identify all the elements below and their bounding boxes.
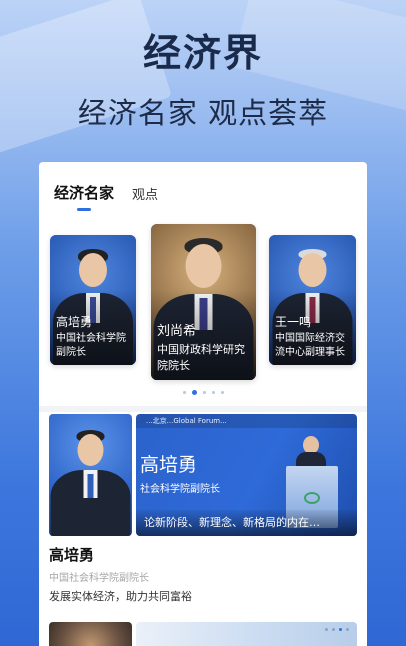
economist-title: 中国财政科学研究院院长	[157, 343, 245, 372]
section-divider	[39, 406, 367, 412]
economist-title: 中国国际经济交流中心副理事长	[275, 333, 345, 358]
app-screen: 经济名家 观点 高培勇 中国社会科学院副院长 刘尚希 中国财政科学研究院院长 王…	[39, 162, 367, 646]
carousel-pagination	[39, 390, 367, 395]
tab-opinions[interactable]: 观点	[132, 184, 158, 211]
hero-title: 经济界	[142, 30, 263, 75]
pagination-dot[interactable]	[220, 391, 224, 394]
pagination-dot[interactable]	[211, 391, 215, 394]
next-item-portrait[interactable]	[49, 622, 132, 646]
featured-portrait[interactable]	[49, 414, 132, 536]
banner-pagination	[325, 628, 349, 631]
featured-name[interactable]: 高培勇	[49, 544, 94, 565]
tab-economists[interactable]: 经济名家	[54, 182, 114, 211]
economist-card[interactable]: 高培勇 中国社会科学院副院长	[50, 235, 136, 365]
economist-card-active[interactable]: 刘尚希 中国财政科学研究院院长	[151, 224, 256, 380]
portrait-image	[49, 428, 132, 536]
next-item-banner[interactable]	[136, 622, 357, 646]
featured-headline[interactable]: 发展实体经济，助力共同富裕	[49, 588, 192, 604]
pagination-dot[interactable]	[182, 391, 186, 394]
banner-caption: 论新阶段、新理念、新格局的内在…	[136, 510, 357, 536]
pagination-dot-active[interactable]	[191, 390, 197, 395]
banner-name: 高培勇	[140, 454, 198, 476]
economist-name: 王一鸣	[275, 315, 312, 329]
economist-title: 中国社会科学院副院长	[56, 333, 126, 358]
featured-banner[interactable]: ...北京...Global Forum... 高培勇 社会科学院副院长 论新阶…	[136, 414, 357, 536]
featured-title: 中国社会科学院副院长	[49, 573, 149, 584]
tab-bar: 经济名家 观点	[54, 182, 158, 211]
hero-subtitle: 经济名家 观点荟萃	[77, 96, 329, 130]
economist-name: 刘尚希	[157, 324, 197, 339]
pagination-dot[interactable]	[202, 391, 206, 394]
banner-title: 社会科学院副院长	[140, 484, 220, 495]
economist-name: 高培勇	[56, 315, 93, 329]
banner-top-text: ...北京...Global Forum...	[136, 414, 357, 428]
economist-card[interactable]: 王一鸣 中国国际经济交流中心副理事长	[269, 235, 356, 365]
